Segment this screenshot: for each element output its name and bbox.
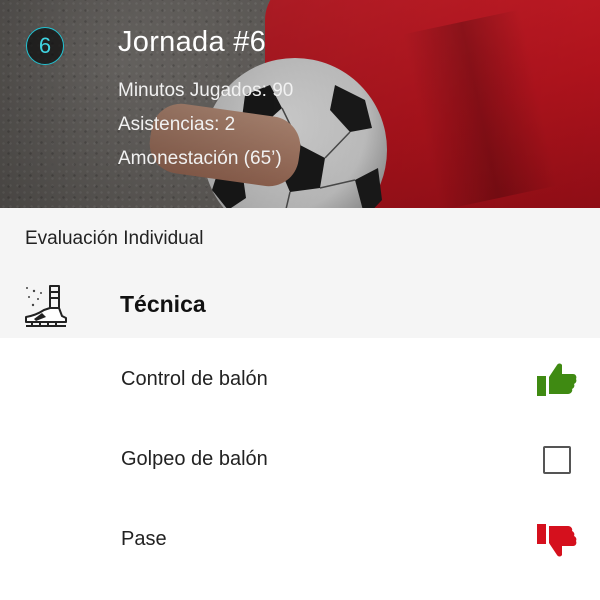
- skill-label: Control de balón: [121, 368, 268, 390]
- match-header: 6 Jornada #6 Minutos Jugados: 90 Asisten…: [0, 0, 600, 208]
- football-boot-icon: [25, 285, 67, 327]
- checkbox-icon: [543, 446, 571, 474]
- caution-stat: Amonestación (65’): [118, 148, 282, 169]
- skill-rating-checkbox[interactable]: [534, 438, 580, 482]
- skill-rating-button[interactable]: [534, 358, 580, 402]
- round-number-badge: 6: [26, 27, 64, 65]
- section-title: Evaluación Individual: [25, 228, 204, 249]
- assists-stat: Asistencias: 2: [118, 114, 236, 135]
- category-title: Técnica: [120, 291, 206, 317]
- match-title: Jornada #6: [118, 26, 267, 58]
- skill-rating-button[interactable]: [534, 518, 580, 562]
- minutes-played-stat: Minutos Jugados: 90: [118, 80, 294, 101]
- header-overlay: [0, 0, 600, 208]
- skill-row-ball-striking: Golpeo de balón: [0, 420, 600, 500]
- thumbs-down-icon: [537, 524, 577, 557]
- skill-row-ball-control: Control de balón: [0, 340, 600, 420]
- skill-label: Pase: [121, 528, 167, 550]
- thumbs-up-icon: [537, 363, 577, 396]
- skill-row-passing: Pase: [0, 500, 600, 580]
- skill-label: Golpeo de balón: [121, 448, 268, 470]
